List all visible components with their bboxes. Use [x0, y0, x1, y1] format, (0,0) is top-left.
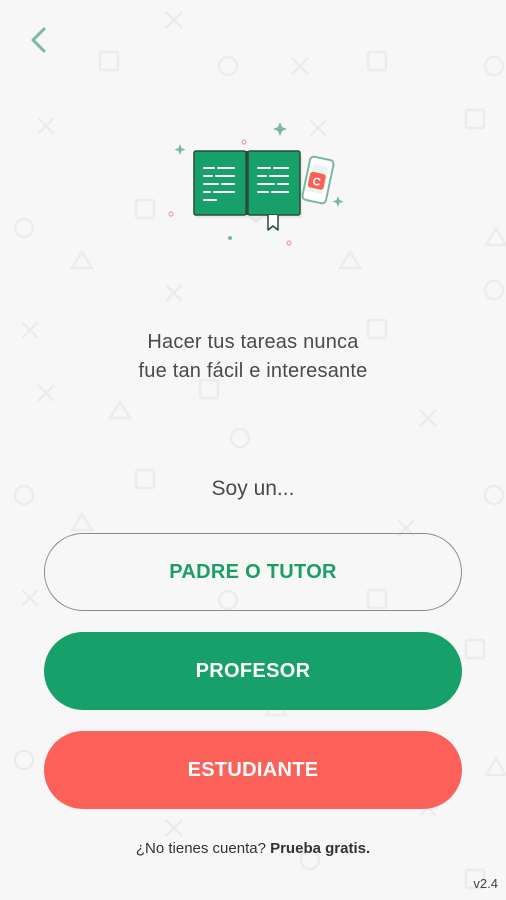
parent-tutor-button[interactable]: PADRE O TUTOR	[44, 533, 462, 611]
free-trial-link[interactable]: Prueba gratis.	[270, 840, 370, 857]
teacher-button[interactable]: PROFESOR	[44, 632, 462, 710]
book-and-phone-icon: C	[168, 122, 344, 246]
signup-question: ¿No tienes cuenta?	[135, 840, 266, 857]
tagline-line-1: Hacer tus tareas nunca	[147, 331, 359, 353]
version-label: v2.4	[473, 876, 498, 891]
role-prompt: Soy un...	[211, 477, 295, 500]
chevron-left-icon	[31, 27, 46, 53]
signup-prompt: ¿No tienes cuenta? Prueba gratis.	[0, 840, 506, 857]
tagline: Hacer tus tareas nunca fue tan fácil e i…	[0, 328, 506, 386]
tagline-line-2: fue tan fácil e interesante	[138, 360, 368, 382]
back-button[interactable]	[24, 24, 56, 56]
student-button[interactable]: ESTUDIANTE	[44, 731, 462, 809]
